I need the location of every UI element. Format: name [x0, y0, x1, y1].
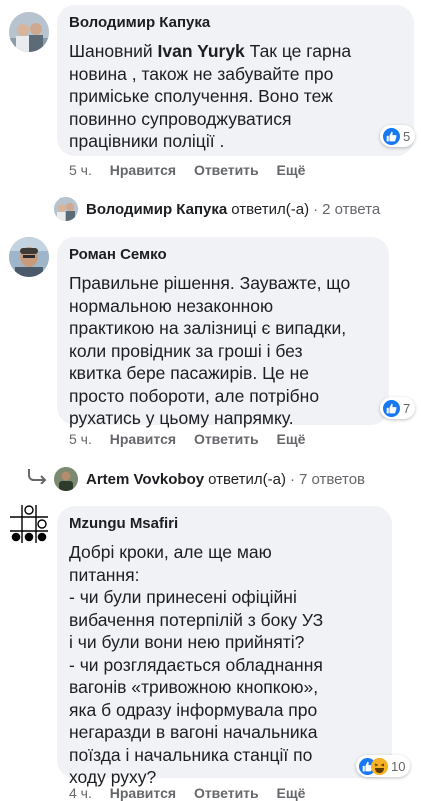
- more-button[interactable]: Ещё: [277, 785, 306, 801]
- reply-button[interactable]: Ответить: [194, 431, 259, 447]
- comment-bubble: Володимир Капука Шановний Ivan Yuryk Так…: [57, 5, 414, 156]
- text-line: вагонів «тривожною кнопкою»,: [69, 677, 319, 697]
- comment-time[interactable]: 5 ч.: [69, 431, 92, 447]
- reply-separator: ·: [313, 200, 319, 218]
- text-line: новина , також не забувайте про: [69, 63, 334, 84]
- text-line: - чи розглядається обладнання: [69, 654, 323, 675]
- reply-verb: ответил(-а): [231, 200, 310, 218]
- haha-icon: [371, 757, 388, 775]
- text-line: ходу руху?: [69, 767, 157, 787]
- text-prefix: Шановний: [69, 41, 158, 61]
- text-line: нормальною незаконною: [69, 295, 274, 316]
- like-button[interactable]: Нравится: [110, 785, 176, 801]
- reply-author: Artem Vovkoboy: [86, 470, 205, 488]
- text-line: поїзда і начальника станції по: [69, 744, 313, 765]
- reply-separator: ·: [289, 470, 295, 488]
- reply-button[interactable]: Ответить: [194, 785, 259, 801]
- text-line: яка б одразу інформувала про: [69, 699, 318, 720]
- more-button[interactable]: Ещё: [277, 431, 306, 447]
- reply-avatar: [54, 197, 78, 221]
- reaction-count: 7: [403, 400, 411, 416]
- avatar[interactable]: [9, 504, 49, 544]
- like-button[interactable]: Нравится: [110, 162, 176, 178]
- comment-text: Правильне рішення. Зауважте, що нормальн…: [69, 272, 387, 430]
- text-line: вибачення потерпілій з боку УЗ: [69, 609, 324, 630]
- like-icon: [383, 127, 400, 145]
- text-line: практикою на залізниці є випадки,: [69, 318, 347, 338]
- text-line: приміське сполучення. Воно теж: [69, 86, 333, 106]
- reaction-count: 5: [403, 128, 411, 144]
- text-line: квитка бере пасажирів. Це не: [69, 363, 310, 383]
- reply-count: 7 ответов: [298, 470, 366, 488]
- avatar[interactable]: [9, 12, 49, 52]
- comment-meta: 4 ч. Нравится Ответить Ещё: [69, 785, 319, 801]
- reaction-count-badge[interactable]: 10: [356, 755, 411, 777]
- comment-meta: 5 ч. Нравится Ответить Ещё: [69, 162, 319, 178]
- reply-avatar: [54, 467, 78, 491]
- text-line: повинно супроводжуватися: [69, 108, 292, 129]
- reply-arrow-icon: [28, 469, 47, 484]
- comment-meta: 5 ч. Нравится Ответить Ещё: [69, 431, 319, 447]
- text-line: і чи були вони нею прийняті?: [69, 632, 305, 652]
- reaction-count-badge[interactable]: 5: [380, 125, 416, 147]
- text-after-mention: Так це гарна: [244, 41, 352, 61]
- reply-author: Володимир Капука: [86, 200, 228, 218]
- comment-bubble: Роман Семко Правильне рішення. Зауважте,…: [57, 237, 389, 428]
- text-line: негаразди в вагоні начальника: [69, 722, 318, 742]
- text-line: Добрі кроки, але ще маю: [69, 542, 272, 562]
- comment-text: Добрі кроки, але ще маю питання: - чи бу…: [69, 541, 387, 789]
- comment-author[interactable]: Володимир Капука: [69, 14, 210, 31]
- comment-author[interactable]: Mzungu Msafiri: [69, 515, 178, 532]
- reaction-count: 10: [391, 758, 406, 774]
- comment-time[interactable]: 4 ч.: [69, 785, 92, 801]
- avatar[interactable]: [9, 237, 49, 277]
- comment-text: Шановний Ivan Yuryk Так це гарна новина …: [69, 40, 387, 153]
- reply-verb: ответил(-а): [208, 470, 286, 488]
- comment-bubble: Mzungu Msafiri Добрі кроки, але ще маю п…: [57, 506, 392, 787]
- view-replies-link[interactable]: Володимир Капука ответил(-а) · 2 ответа: [54, 195, 380, 223]
- more-button[interactable]: Ещё: [277, 162, 306, 178]
- text-line: питання:: [69, 564, 140, 585]
- text-line: працівники поліції .: [69, 131, 225, 151]
- text-line: - чи були принесені офіційні: [69, 587, 297, 607]
- like-icon: [383, 399, 400, 417]
- reply-button[interactable]: Ответить: [194, 162, 259, 178]
- text-line: рухатись у цьому напрямку.: [69, 408, 294, 428]
- reply-count: 2 ответа: [322, 200, 381, 218]
- mention-link[interactable]: Ivan Yuryk: [158, 41, 245, 61]
- comment-author[interactable]: Роман Семко: [69, 246, 167, 263]
- reaction-count-badge[interactable]: 7: [380, 397, 416, 419]
- comment-time[interactable]: 5 ч.: [69, 162, 92, 178]
- text-line: коли провідник за гроші і без: [69, 340, 303, 361]
- text-line: просто побороти, але потрібно: [69, 385, 320, 406]
- like-button[interactable]: Нравится: [110, 431, 176, 447]
- text-line: Правильне рішення. Зауважте, що: [69, 273, 351, 293]
- view-replies-link[interactable]: Artem Vovkoboy ответил(-а) · 7 ответов: [54, 465, 365, 493]
